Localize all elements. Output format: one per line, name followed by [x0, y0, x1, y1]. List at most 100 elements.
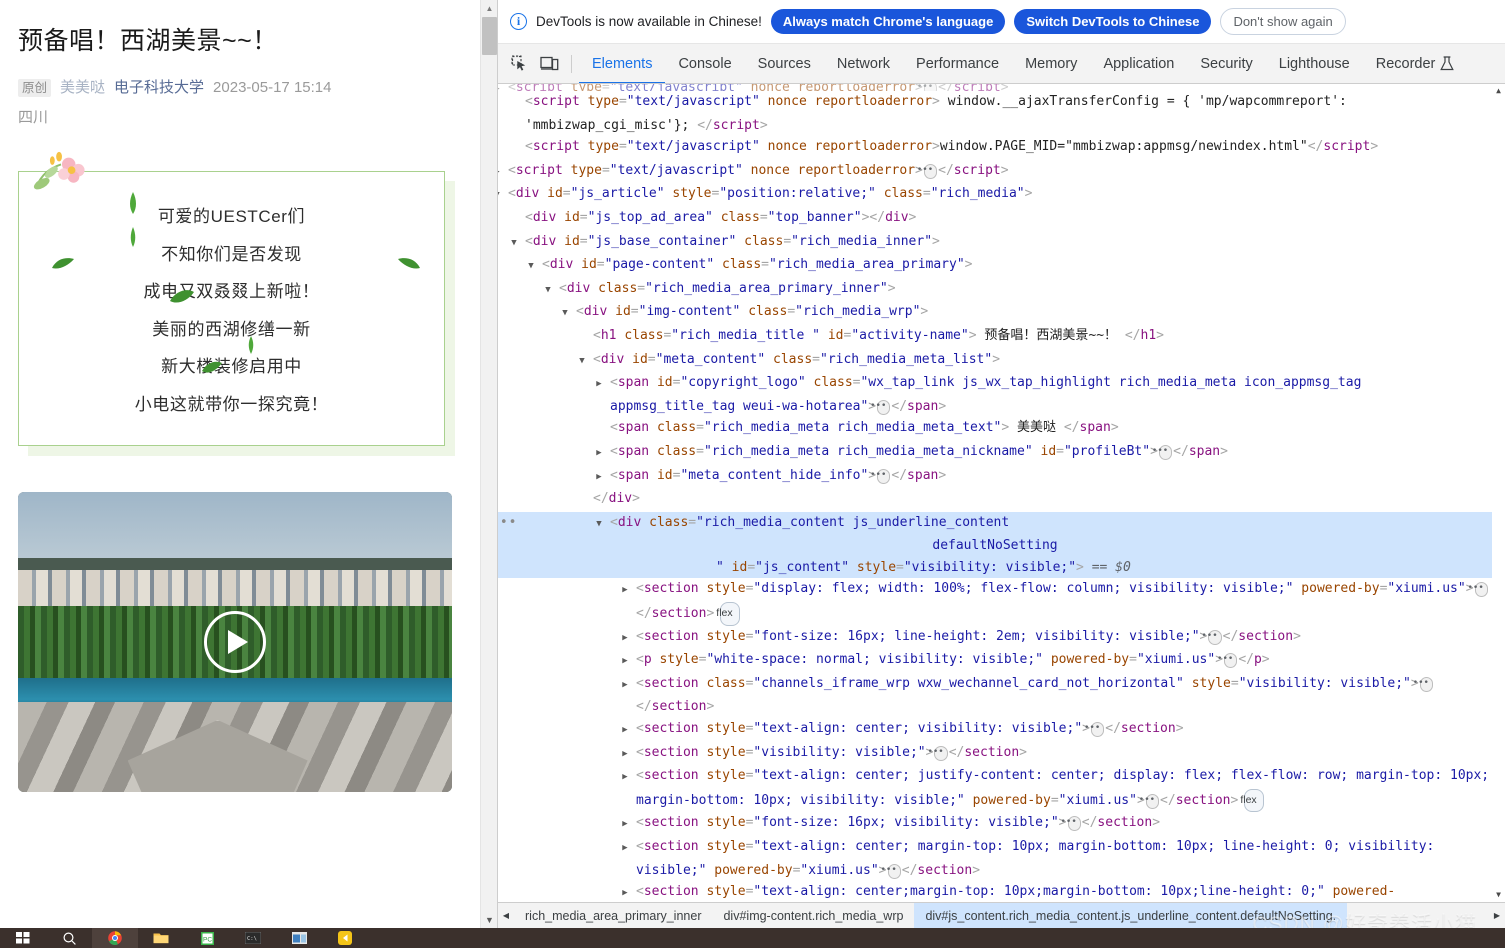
- collapsed-content-icon[interactable]: •••: [1468, 582, 1488, 598]
- expand-toggle-icon[interactable]: [498, 162, 508, 184]
- breadcrumb-item[interactable]: rich_media_area_primary_inner: [514, 903, 712, 928]
- dom-node-line[interactable]: <section style="text-align: center; visi…: [498, 718, 1492, 742]
- start-icon[interactable]: [0, 928, 46, 948]
- dom-node-line[interactable]: <span class="rich_media_meta rich_media_…: [498, 417, 1492, 441]
- dom-node-line[interactable]: <div id="js_article" style="position:rel…: [498, 183, 1492, 207]
- device-toolbar-icon[interactable]: [534, 50, 564, 78]
- flex-badge[interactable]: flex: [716, 602, 740, 626]
- dom-node-line[interactable]: <h1 class="rich_media_title " id="activi…: [498, 325, 1492, 349]
- collapsed-content-icon[interactable]: •••: [1139, 793, 1160, 809]
- collapsed-content-icon[interactable]: •••: [917, 163, 938, 179]
- collapsed-content-icon[interactable]: •••: [927, 745, 948, 761]
- expand-toggle-icon[interactable]: [625, 767, 636, 789]
- expand-toggle-icon[interactable]: [599, 467, 610, 489]
- expand-toggle-icon[interactable]: [599, 443, 610, 465]
- dom-node-line[interactable]: <span id="meta_content_hide_info">•••</s…: [498, 465, 1492, 489]
- breadcrumb-scroll-right-icon[interactable]: ▶: [1489, 903, 1505, 928]
- expand-toggle-icon[interactable]: [625, 580, 636, 602]
- collapsed-content-icon[interactable]: •••: [1217, 653, 1238, 669]
- collapsed-content-icon[interactable]: •••: [1084, 722, 1105, 738]
- expand-toggle-icon[interactable]: [625, 883, 636, 902]
- expand-toggle-icon[interactable]: [625, 744, 636, 766]
- tab-elements[interactable]: Elements: [579, 44, 665, 83]
- snipaste-icon[interactable]: [322, 928, 368, 948]
- expand-toggle-icon[interactable]: [582, 351, 593, 373]
- dom-node-line[interactable]: <span id="copyright_logo" class="wx_tap_…: [498, 372, 1492, 417]
- article-author[interactable]: 美美哒: [60, 73, 105, 103]
- article-video[interactable]: [18, 492, 452, 792]
- tab-security[interactable]: Security: [1187, 44, 1265, 83]
- collapsed-content-icon[interactable]: •••: [1201, 629, 1222, 645]
- expand-toggle-icon[interactable]: [498, 185, 508, 207]
- article-account-name[interactable]: 电子科技大学: [114, 73, 204, 103]
- tab-console[interactable]: Console: [665, 44, 744, 83]
- tab-memory[interactable]: Memory: [1012, 44, 1090, 83]
- dom-node-line[interactable]: <div id="page-content" class="rich_media…: [498, 254, 1492, 278]
- always-match-language-button[interactable]: Always match Chrome's language: [770, 9, 1006, 34]
- dom-node-line[interactable]: <div id="js_top_ad_area" class="top_bann…: [498, 207, 1492, 231]
- dom-node-line[interactable]: <section style="visibility: visible;">••…: [498, 742, 1492, 766]
- expand-toggle-icon[interactable]: [625, 814, 636, 836]
- dom-tree-scrollbar[interactable]: ▲ ▼: [1492, 84, 1505, 902]
- dont-show-again-button[interactable]: Don't show again: [1220, 8, 1346, 35]
- expand-toggle-icon[interactable]: [565, 303, 576, 325]
- collapsed-content-icon[interactable]: •••: [870, 468, 891, 484]
- expand-toggle-icon[interactable]: [599, 419, 610, 441]
- pc-app-icon[interactable]: PC: [184, 928, 230, 948]
- scrollbar-thumb[interactable]: [482, 17, 497, 55]
- dom-node-line[interactable]: <section style="text-align: center;margi…: [498, 881, 1492, 902]
- dom-node-line[interactable]: <div id="img-content" class="rich_media_…: [498, 301, 1492, 325]
- expand-toggle-icon[interactable]: [625, 675, 636, 697]
- dom-node-line[interactable]: <script type="text/javascript" nonce rep…: [498, 160, 1492, 184]
- tab-performance[interactable]: Performance: [903, 44, 1012, 83]
- selected-dom-node[interactable]: •••<div class="rich_media_content js_und…: [498, 511, 1492, 536]
- terminal-icon[interactable]: C:\: [230, 928, 276, 948]
- collapsed-content-icon[interactable]: •••: [870, 399, 891, 415]
- tab-application[interactable]: Application: [1090, 44, 1187, 83]
- tab-network[interactable]: Network: [824, 44, 903, 83]
- dom-node-line[interactable]: <section style="font-size: 16px; line-he…: [498, 626, 1492, 650]
- expand-toggle-icon[interactable]: [498, 84, 508, 91]
- expand-toggle-icon[interactable]: [625, 838, 636, 860]
- expand-toggle-icon[interactable]: [514, 209, 525, 231]
- chrome-icon[interactable]: [92, 928, 138, 948]
- expand-toggle-icon[interactable]: [514, 138, 525, 160]
- tab-sources[interactable]: Sources: [745, 44, 824, 83]
- expand-toggle-icon[interactable]: [582, 490, 593, 512]
- dom-node-line[interactable]: <div id="meta_content" class="rich_media…: [498, 349, 1492, 373]
- dom-node-line[interactable]: <section style="font-size: 16px; visibil…: [498, 812, 1492, 836]
- file-explorer-icon[interactable]: [138, 928, 184, 948]
- search-icon[interactable]: [46, 928, 92, 948]
- dom-node-line[interactable]: <div class="rich_media_area_primary_inne…: [498, 278, 1492, 302]
- tab-lighthouse[interactable]: Lighthouse: [1266, 44, 1363, 83]
- dom-node-line[interactable]: <section class="channels_iframe_wrp wxw_…: [498, 673, 1492, 718]
- collapsed-content-icon[interactable]: •••: [1413, 676, 1433, 692]
- expand-toggle-icon[interactable]: [514, 233, 525, 255]
- expand-toggle-icon[interactable]: [514, 93, 525, 115]
- dom-node-line[interactable]: </div>: [498, 488, 1492, 512]
- dom-node-line[interactable]: <script type="text/javascript" nonce rep…: [498, 136, 1492, 160]
- inspect-element-icon[interactable]: [504, 50, 534, 78]
- window-app-icon[interactable]: [276, 928, 322, 948]
- dom-node-line[interactable]: <p style="white-space: normal; visibilit…: [498, 649, 1492, 673]
- collapsed-content-icon[interactable]: •••: [917, 84, 938, 91]
- expand-toggle-icon[interactable]: [625, 628, 636, 650]
- expand-toggle-icon[interactable]: [599, 514, 610, 536]
- scroll-up-icon[interactable]: ▲: [481, 0, 497, 17]
- expand-toggle-icon[interactable]: [531, 256, 542, 278]
- flex-badge[interactable]: flex: [1240, 788, 1264, 813]
- dom-node-line[interactable]: <span class="rich_media_meta rich_media_…: [498, 441, 1492, 465]
- switch-devtools-to-chinese-button[interactable]: Switch DevTools to Chinese: [1014, 9, 1212, 34]
- expand-toggle-icon[interactable]: [625, 651, 636, 673]
- dom-node-line[interactable]: <script type="text/javascript" nonce rep…: [498, 84, 1492, 91]
- dom-node-line[interactable]: <script type="text/javascript" nonce rep…: [498, 91, 1492, 136]
- scroll-down-icon[interactable]: ▼: [482, 911, 497, 928]
- elements-dom-tree[interactable]: <script type="text/javascript" nonce rep…: [498, 84, 1505, 902]
- dom-node-line[interactable]: <section style="text-align: center; marg…: [498, 836, 1492, 881]
- dom-node-line[interactable]: <div id="js_base_container" class="rich_…: [498, 231, 1492, 255]
- dom-node-line[interactable]: <section style="text-align: center; just…: [498, 765, 1492, 813]
- scroll-up-icon[interactable]: ▲: [1492, 84, 1505, 98]
- tab-recorder[interactable]: Recorder: [1363, 44, 1468, 83]
- collapsed-content-icon[interactable]: •••: [1061, 816, 1081, 832]
- expand-toggle-icon[interactable]: [625, 720, 636, 742]
